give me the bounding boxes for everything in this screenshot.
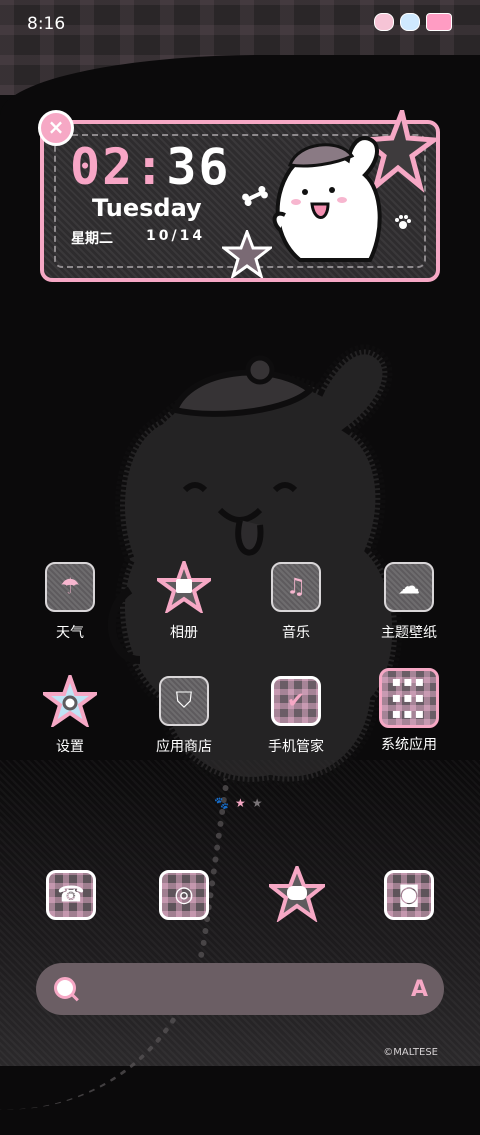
- app-gallery[interactable]: 相册: [134, 561, 234, 642]
- widget-close-button[interactable]: ×: [38, 110, 74, 146]
- ice-cream-icon: ☁: [384, 562, 434, 612]
- app-label: 主题壁纸: [381, 625, 437, 641]
- shield-icon: ✔: [271, 676, 321, 726]
- assistant-icon[interactable]: A: [411, 977, 428, 1002]
- dog-face-icon: [374, 13, 394, 31]
- app-label: 天气: [56, 625, 84, 641]
- dock-camera[interactable]: ◙: [384, 870, 434, 920]
- page-dot-star-active-icon[interactable]: ★: [235, 796, 246, 810]
- app-weather[interactable]: ☂ 天气: [20, 562, 120, 642]
- page-indicator: 🐾 ★ ★: [214, 796, 262, 810]
- bone-icon: [242, 186, 268, 206]
- status-icons: [374, 13, 452, 31]
- widget-date: 10/14: [146, 228, 206, 244]
- plaid-star-icon: [222, 230, 272, 278]
- music-note-icon: ♫: [271, 562, 321, 612]
- app-store[interactable]: ⛉ 应用商店: [134, 676, 234, 756]
- app-label: 相册: [170, 625, 198, 641]
- page-dot-paw-icon[interactable]: 🐾: [214, 796, 229, 810]
- dock-phone[interactable]: ☎: [46, 870, 96, 920]
- gear-icon: [43, 675, 97, 727]
- app-music[interactable]: ♫ 音乐: [246, 562, 346, 642]
- clock-minutes: 36: [166, 138, 231, 196]
- dock-browser[interactable]: ◎: [159, 870, 209, 920]
- weekday-english: Tuesday: [92, 194, 202, 222]
- zipper-decoration: [0, 744, 230, 1135]
- bunny-badge-icon: [426, 13, 452, 31]
- camera-icon: ◙: [398, 882, 420, 908]
- shopping-bag-icon: ⛉: [159, 676, 209, 726]
- dog-widget-illustration: [272, 135, 382, 262]
- clock-hours: 02: [70, 138, 135, 196]
- phone-icon: ☎: [57, 882, 85, 908]
- status-time: 8:16: [27, 14, 66, 34]
- search-bar[interactable]: A: [36, 963, 444, 1015]
- app-label: 设置: [56, 739, 84, 755]
- app-settings[interactable]: 设置: [20, 675, 120, 756]
- chat-icon: [287, 886, 307, 900]
- umbrella-icon: ☂: [45, 562, 95, 612]
- app-label: 系统应用: [381, 737, 437, 753]
- app-phone-manager[interactable]: ✔ 手机管家: [246, 676, 346, 756]
- app-label: 应用商店: [156, 739, 212, 755]
- paw-icon: [395, 215, 411, 229]
- clock-separator: :: [134, 138, 167, 196]
- folder-icon: ▪▪▪ ▪▪▪ ▪▪▪: [379, 668, 439, 728]
- widget-clock: 02:36: [70, 138, 231, 196]
- app-label: 音乐: [282, 625, 310, 641]
- app-system-apps[interactable]: ▪▪▪ ▪▪▪ ▪▪▪ 系统应用: [359, 668, 459, 754]
- dock-messages[interactable]: [269, 866, 325, 922]
- search-icon[interactable]: [54, 977, 76, 999]
- app-themes[interactable]: ☁ 主题壁纸: [359, 562, 459, 642]
- page-dot-star-icon[interactable]: ★: [252, 796, 263, 810]
- bear-face-icon: [400, 13, 420, 31]
- weekday-chinese: 星期二: [71, 231, 113, 247]
- photo-icon: [157, 561, 211, 613]
- wallpaper-credit: ©MALTESE: [383, 1047, 438, 1058]
- compass-icon: ◎: [174, 882, 194, 908]
- app-label: 手机管家: [268, 739, 324, 755]
